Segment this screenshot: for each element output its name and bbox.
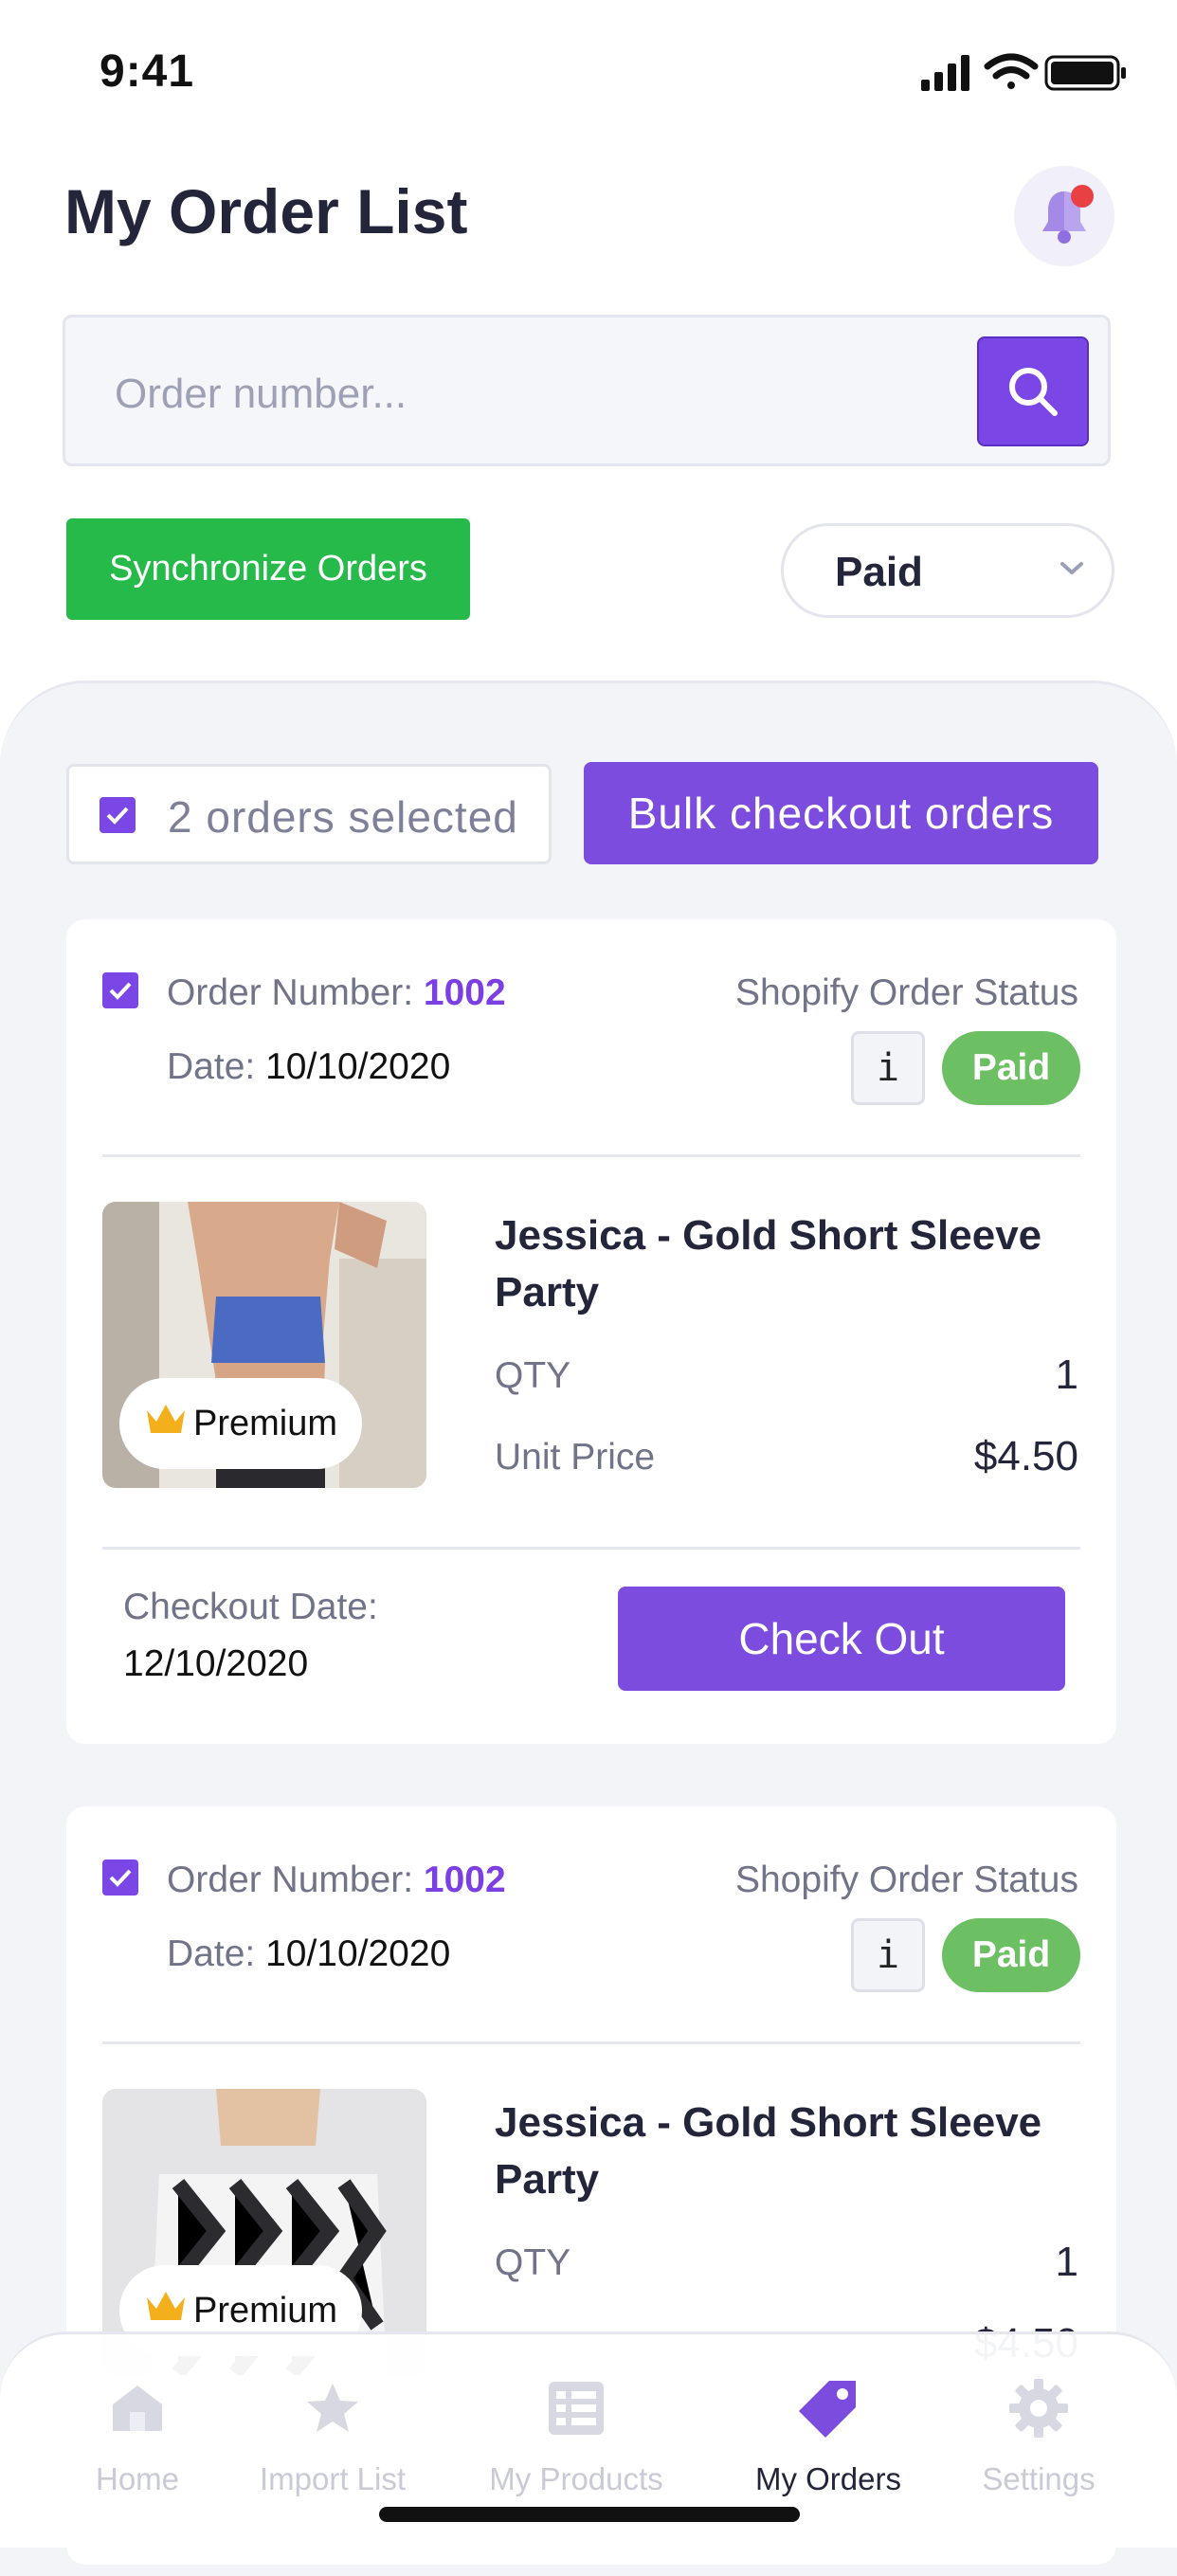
select-all-toggle[interactable]: 2 orders selected: [66, 764, 552, 864]
check-icon: [109, 1869, 132, 1887]
select-all-checkbox[interactable]: [100, 797, 136, 833]
divider: [102, 2041, 1080, 2044]
status-icons: [921, 53, 1126, 91]
premium-label: Premium: [192, 2290, 338, 2331]
tab-label: Import List: [259, 2461, 407, 2496]
search-button[interactable]: [977, 336, 1089, 446]
tab-label: My Products: [489, 2461, 663, 2496]
search-icon: [1009, 368, 1058, 416]
order-number-line: Order Number: 1002: [167, 972, 506, 1014]
order-checkbox[interactable]: [102, 972, 138, 1008]
order-number-label: Order Number:: [167, 1859, 414, 1900]
divider: [102, 1547, 1080, 1550]
qty-label: QTY: [495, 1355, 571, 1396]
home-icon: [113, 2386, 162, 2431]
tab-home[interactable]: Home: [33, 2372, 242, 2497]
star-icon: [307, 2384, 358, 2432]
tab-my-products[interactable]: My Products: [472, 2372, 680, 2497]
info-button[interactable]: i: [851, 1031, 925, 1105]
shopify-status-label: Shopify Order Status: [734, 972, 1078, 1013]
bulk-checkout-button[interactable]: Bulk checkout orders: [584, 762, 1098, 864]
unit-price-label: Unit Price: [495, 1437, 656, 1478]
notification-dot: [1071, 185, 1094, 208]
filter-value: Paid: [835, 549, 923, 595]
status-filter-select[interactable]: Paid: [781, 523, 1114, 618]
order-card: Order Number: 1002 Date: 10/10/2020 Shop…: [66, 919, 1116, 1744]
qty-label: QTY: [495, 2242, 571, 2283]
qty-value: 1: [1055, 2239, 1078, 2285]
order-number-label: Order Number:: [167, 972, 414, 1013]
order-number: 1002: [423, 1859, 506, 1900]
crown-icon: [144, 2288, 188, 2333]
check-out-button[interactable]: Check Out: [618, 1587, 1065, 1691]
status-badge: Paid: [942, 1031, 1080, 1105]
checkout-date: 12/10/2020: [123, 1643, 309, 1684]
tab-settings[interactable]: Settings: [934, 2372, 1143, 2497]
tab-my-orders[interactable]: My Orders: [724, 2372, 933, 2497]
status-time: 9:41: [100, 46, 195, 97]
battery-icon: [1044, 55, 1126, 91]
wifi-icon: [984, 53, 1039, 89]
signal-icon: [921, 55, 969, 91]
order-date-label: Date:: [167, 1933, 256, 1974]
order-number: 1002: [423, 972, 506, 1013]
tab-label: Home: [95, 2461, 180, 2496]
tag-icon: [799, 2381, 856, 2438]
home-indicator: [379, 2507, 800, 2522]
tab-label: My Orders: [754, 2461, 901, 2496]
product-name: Jessica - Gold Short Sleeve Party: [495, 2099, 1042, 2203]
check-icon: [106, 807, 129, 825]
selected-count-label: 2 orders selected: [168, 792, 518, 842]
divider: [102, 1154, 1080, 1157]
premium-badge: Premium: [119, 1378, 362, 1469]
tab-import-list[interactable]: Import List: [228, 2372, 437, 2497]
order-date-line: Date: 10/10/2020: [167, 1933, 450, 1975]
search-bar: [63, 315, 1111, 466]
order-date-label: Date:: [167, 1046, 256, 1087]
crown-icon: [144, 1401, 188, 1446]
list-icon: [549, 2382, 604, 2435]
product-name: Jessica - Gold Short Sleeve Party: [495, 1212, 1042, 1315]
order-date: 10/10/2020: [265, 1046, 451, 1087]
status-badge: Paid: [942, 1918, 1080, 1992]
unit-price-value: $4.50: [973, 1433, 1078, 1479]
premium-label: Premium: [192, 1403, 338, 1443]
order-date-line: Date: 10/10/2020: [167, 1046, 450, 1088]
shopify-status-label: Shopify Order Status: [734, 1859, 1078, 1900]
search-input[interactable]: [113, 355, 932, 433]
check-icon: [109, 982, 132, 1000]
synchronize-orders-button[interactable]: Synchronize Orders: [66, 518, 470, 620]
order-date: 10/10/2020: [265, 1933, 451, 1974]
order-number-line: Order Number: 1002: [167, 1859, 506, 1901]
gear-icon: [1009, 2379, 1068, 2438]
tab-label: Settings: [982, 2461, 1096, 2496]
notifications-button[interactable]: [1014, 166, 1114, 266]
qty-value: 1: [1055, 1351, 1078, 1398]
chevron-down-icon: [1060, 562, 1083, 574]
checkout-date-label: Checkout Date:: [123, 1587, 378, 1627]
page-title: My Order List: [64, 176, 468, 246]
order-checkbox[interactable]: [102, 1859, 138, 1896]
info-button[interactable]: i: [851, 1918, 925, 1992]
product-image: Premium: [102, 1202, 426, 1488]
